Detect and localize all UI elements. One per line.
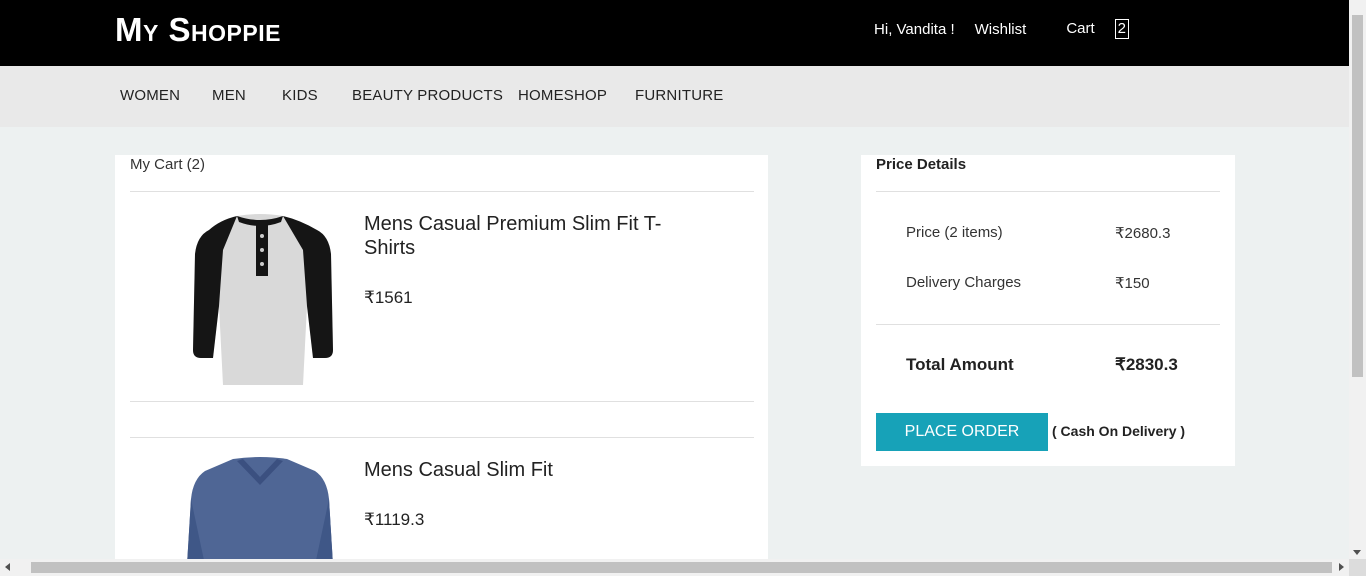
delivery-value: ₹150 <box>1115 275 1150 292</box>
user-greeting[interactable]: Hi, Vandita ! <box>874 21 955 38</box>
site-logo[interactable]: My Shoppie <box>115 11 281 49</box>
vertical-scrollbar[interactable] <box>1349 0 1366 559</box>
scrollbar-corner <box>1349 559 1366 576</box>
horizontal-scroll-thumb[interactable] <box>31 562 1332 573</box>
nav-item-women[interactable]: WOMEN <box>120 87 180 104</box>
price-details-panel: Price Details Price (2 items) ₹2680.3 De… <box>861 155 1235 466</box>
delivery-label: Delivery Charges <box>906 274 1022 291</box>
nav-item-furniture[interactable]: FURNITURE <box>635 87 723 104</box>
product-price: ₹1561 <box>364 288 413 307</box>
cart-title: My Cart (2) <box>130 156 205 173</box>
divider <box>130 437 754 438</box>
price-value: ₹2680.3 <box>1115 225 1171 242</box>
divider <box>130 191 754 192</box>
place-order-button[interactable]: PLACE ORDER <box>876 413 1048 451</box>
scroll-down-arrow-icon[interactable] <box>1353 550 1361 555</box>
divider <box>876 324 1220 325</box>
divider <box>876 191 1220 192</box>
price-label: Price (2 items) <box>906 224 1003 241</box>
nav-item-kids[interactable]: KIDS <box>282 87 318 104</box>
user-links: Hi, Vandita ! Wishlist Cart 2 <box>854 19 1129 39</box>
vertical-scroll-thumb[interactable] <box>1352 15 1363 377</box>
product-name[interactable]: Mens Casual Premium Slim Fit T-Shirts <box>364 212 684 260</box>
wishlist-link[interactable]: Wishlist <box>975 21 1027 38</box>
raglan-henley-tshirt-image[interactable] <box>175 210 345 385</box>
product-price: ₹1119.3 <box>364 510 425 529</box>
total-amount-label: Total Amount <box>906 355 1014 374</box>
cart-count-badge: 2 <box>1114 19 1129 39</box>
cart-link[interactable]: Cart 2 <box>1046 19 1129 39</box>
payment-method-note: ( Cash On Delivery ) <box>1052 423 1186 439</box>
nav-item-homeshop[interactable]: HOMESHOP <box>518 87 607 104</box>
scroll-right-arrow-icon[interactable] <box>1339 563 1344 571</box>
horizontal-scrollbar[interactable] <box>0 559 1349 576</box>
cart-panel: My Cart (2) Mens Casual Premium Slim Fit… <box>115 155 768 560</box>
product-name[interactable]: Mens Casual Slim Fit <box>364 458 684 482</box>
nav-item-beauty-products[interactable]: BEAUTY PRODUCTS <box>352 87 503 104</box>
nav-item-men[interactable]: MEN <box>212 87 246 104</box>
total-amount-value: ₹2830.3 <box>1115 355 1178 374</box>
price-details-title: Price Details <box>876 156 967 173</box>
blue-vneck-tshirt-image[interactable] <box>185 455 335 560</box>
divider <box>130 401 754 402</box>
top-header: My Shoppie Hi, Vandita ! Wishlist Cart 2 <box>0 0 1349 66</box>
category-nav: WOMEN MEN KIDS BEAUTY PRODUCTS HOMESHOP … <box>0 66 1349 127</box>
scroll-left-arrow-icon[interactable] <box>5 563 10 571</box>
cart-label: Cart <box>1066 20 1095 37</box>
